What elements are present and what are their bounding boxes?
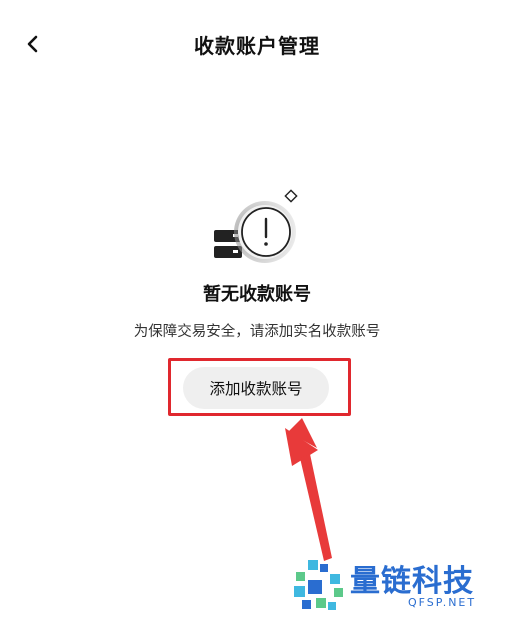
add-payment-account-button[interactable]: 添加收款账号 <box>183 367 329 409</box>
watermark: 量链科技 QFSP.NET <box>290 554 514 618</box>
empty-state-illustration <box>206 182 310 268</box>
empty-state-title: 暂无收款账号 <box>203 284 311 305</box>
top-navigation-bar: 收款账户管理 <box>0 0 514 88</box>
annotation-arrow-icon <box>285 418 332 561</box>
watermark-name: 量链科技 <box>350 564 474 599</box>
watermark-logo-icon <box>294 560 343 610</box>
warning-circle-icon <box>234 201 296 263</box>
page-title: 收款账户管理 <box>194 34 320 58</box>
empty-state-description: 为保障交易安全，请添加实名收款账号 <box>133 324 381 340</box>
watermark-url: QFSP.NET <box>408 596 477 609</box>
